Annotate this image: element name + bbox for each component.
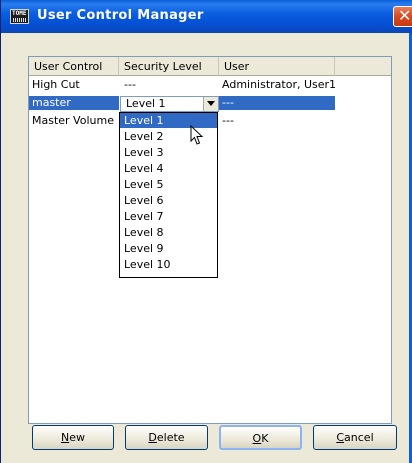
cell-user: --- bbox=[222, 114, 234, 127]
new-button-label-rest: ew bbox=[69, 431, 85, 444]
cell-user-control: High Cut bbox=[32, 78, 80, 91]
column-header-user-control[interactable]: User Control bbox=[29, 57, 119, 76]
cancel-button-mnemonic: C bbox=[336, 431, 345, 444]
app-icon: TOME bbox=[10, 9, 29, 24]
cancel-button[interactable]: Cancel bbox=[313, 425, 397, 450]
column-header-security-level[interactable]: Security Level bbox=[119, 57, 219, 76]
cell-user: Administrator, User1 bbox=[222, 78, 337, 91]
cell-security-level: --- bbox=[124, 78, 136, 91]
table-row[interactable]: High Cut --- Administrator, User1 bbox=[29, 78, 391, 92]
ok-button-label-rest: K bbox=[261, 432, 269, 445]
app-icon-keys bbox=[13, 18, 27, 22]
combobox-dropdown-button[interactable] bbox=[203, 97, 218, 111]
chevron-down-icon bbox=[207, 101, 215, 106]
app-icon-text: TOME bbox=[12, 10, 27, 17]
cell-user-control: Master Volume bbox=[32, 114, 114, 127]
dropdown-option-level-6[interactable]: Level 6 bbox=[120, 193, 217, 208]
ok-button-mnemonic: O bbox=[252, 432, 262, 445]
dropdown-option-level-9[interactable]: Level 9 bbox=[120, 241, 217, 256]
title-bar[interactable]: TOME User Control Manager ✕ bbox=[1, 0, 412, 33]
mouse-pointer-icon bbox=[190, 125, 204, 145]
user-control-manager-window: TOME User Control Manager ✕ User Control… bbox=[0, 0, 412, 463]
dropdown-option-level-3[interactable]: Level 3 bbox=[120, 145, 217, 160]
cell-user-control: master bbox=[29, 96, 119, 110]
dropdown-option-level-8[interactable]: Level 8 bbox=[120, 225, 217, 240]
delete-button-label-rest: elete bbox=[156, 431, 185, 444]
cancel-button-label-rest: ancel bbox=[344, 431, 374, 444]
close-button[interactable]: ✕ bbox=[393, 6, 412, 27]
combobox-value: Level 1 bbox=[126, 97, 166, 110]
delete-button-mnemonic: D bbox=[148, 431, 157, 444]
delete-button[interactable]: Delete bbox=[125, 425, 208, 450]
security-level-combobox[interactable]: Level 1 bbox=[120, 96, 219, 112]
list-header: User Control Security Level User bbox=[29, 57, 391, 76]
dropdown-option-level-4[interactable]: Level 4 bbox=[120, 161, 217, 176]
new-button-mnemonic: N bbox=[61, 431, 70, 444]
window-title: User Control Manager bbox=[37, 8, 204, 23]
close-icon: ✕ bbox=[398, 6, 412, 25]
dropdown-option-level-7[interactable]: Level 7 bbox=[120, 209, 217, 224]
ok-button[interactable]: OK bbox=[219, 425, 302, 450]
new-button[interactable]: New bbox=[32, 425, 114, 450]
dropdown-option-level-10[interactable]: Level 10 bbox=[120, 257, 217, 272]
dropdown-option-level-5[interactable]: Level 5 bbox=[120, 177, 217, 192]
cell-user: --- bbox=[219, 96, 335, 110]
column-header-user[interactable]: User bbox=[219, 57, 335, 76]
